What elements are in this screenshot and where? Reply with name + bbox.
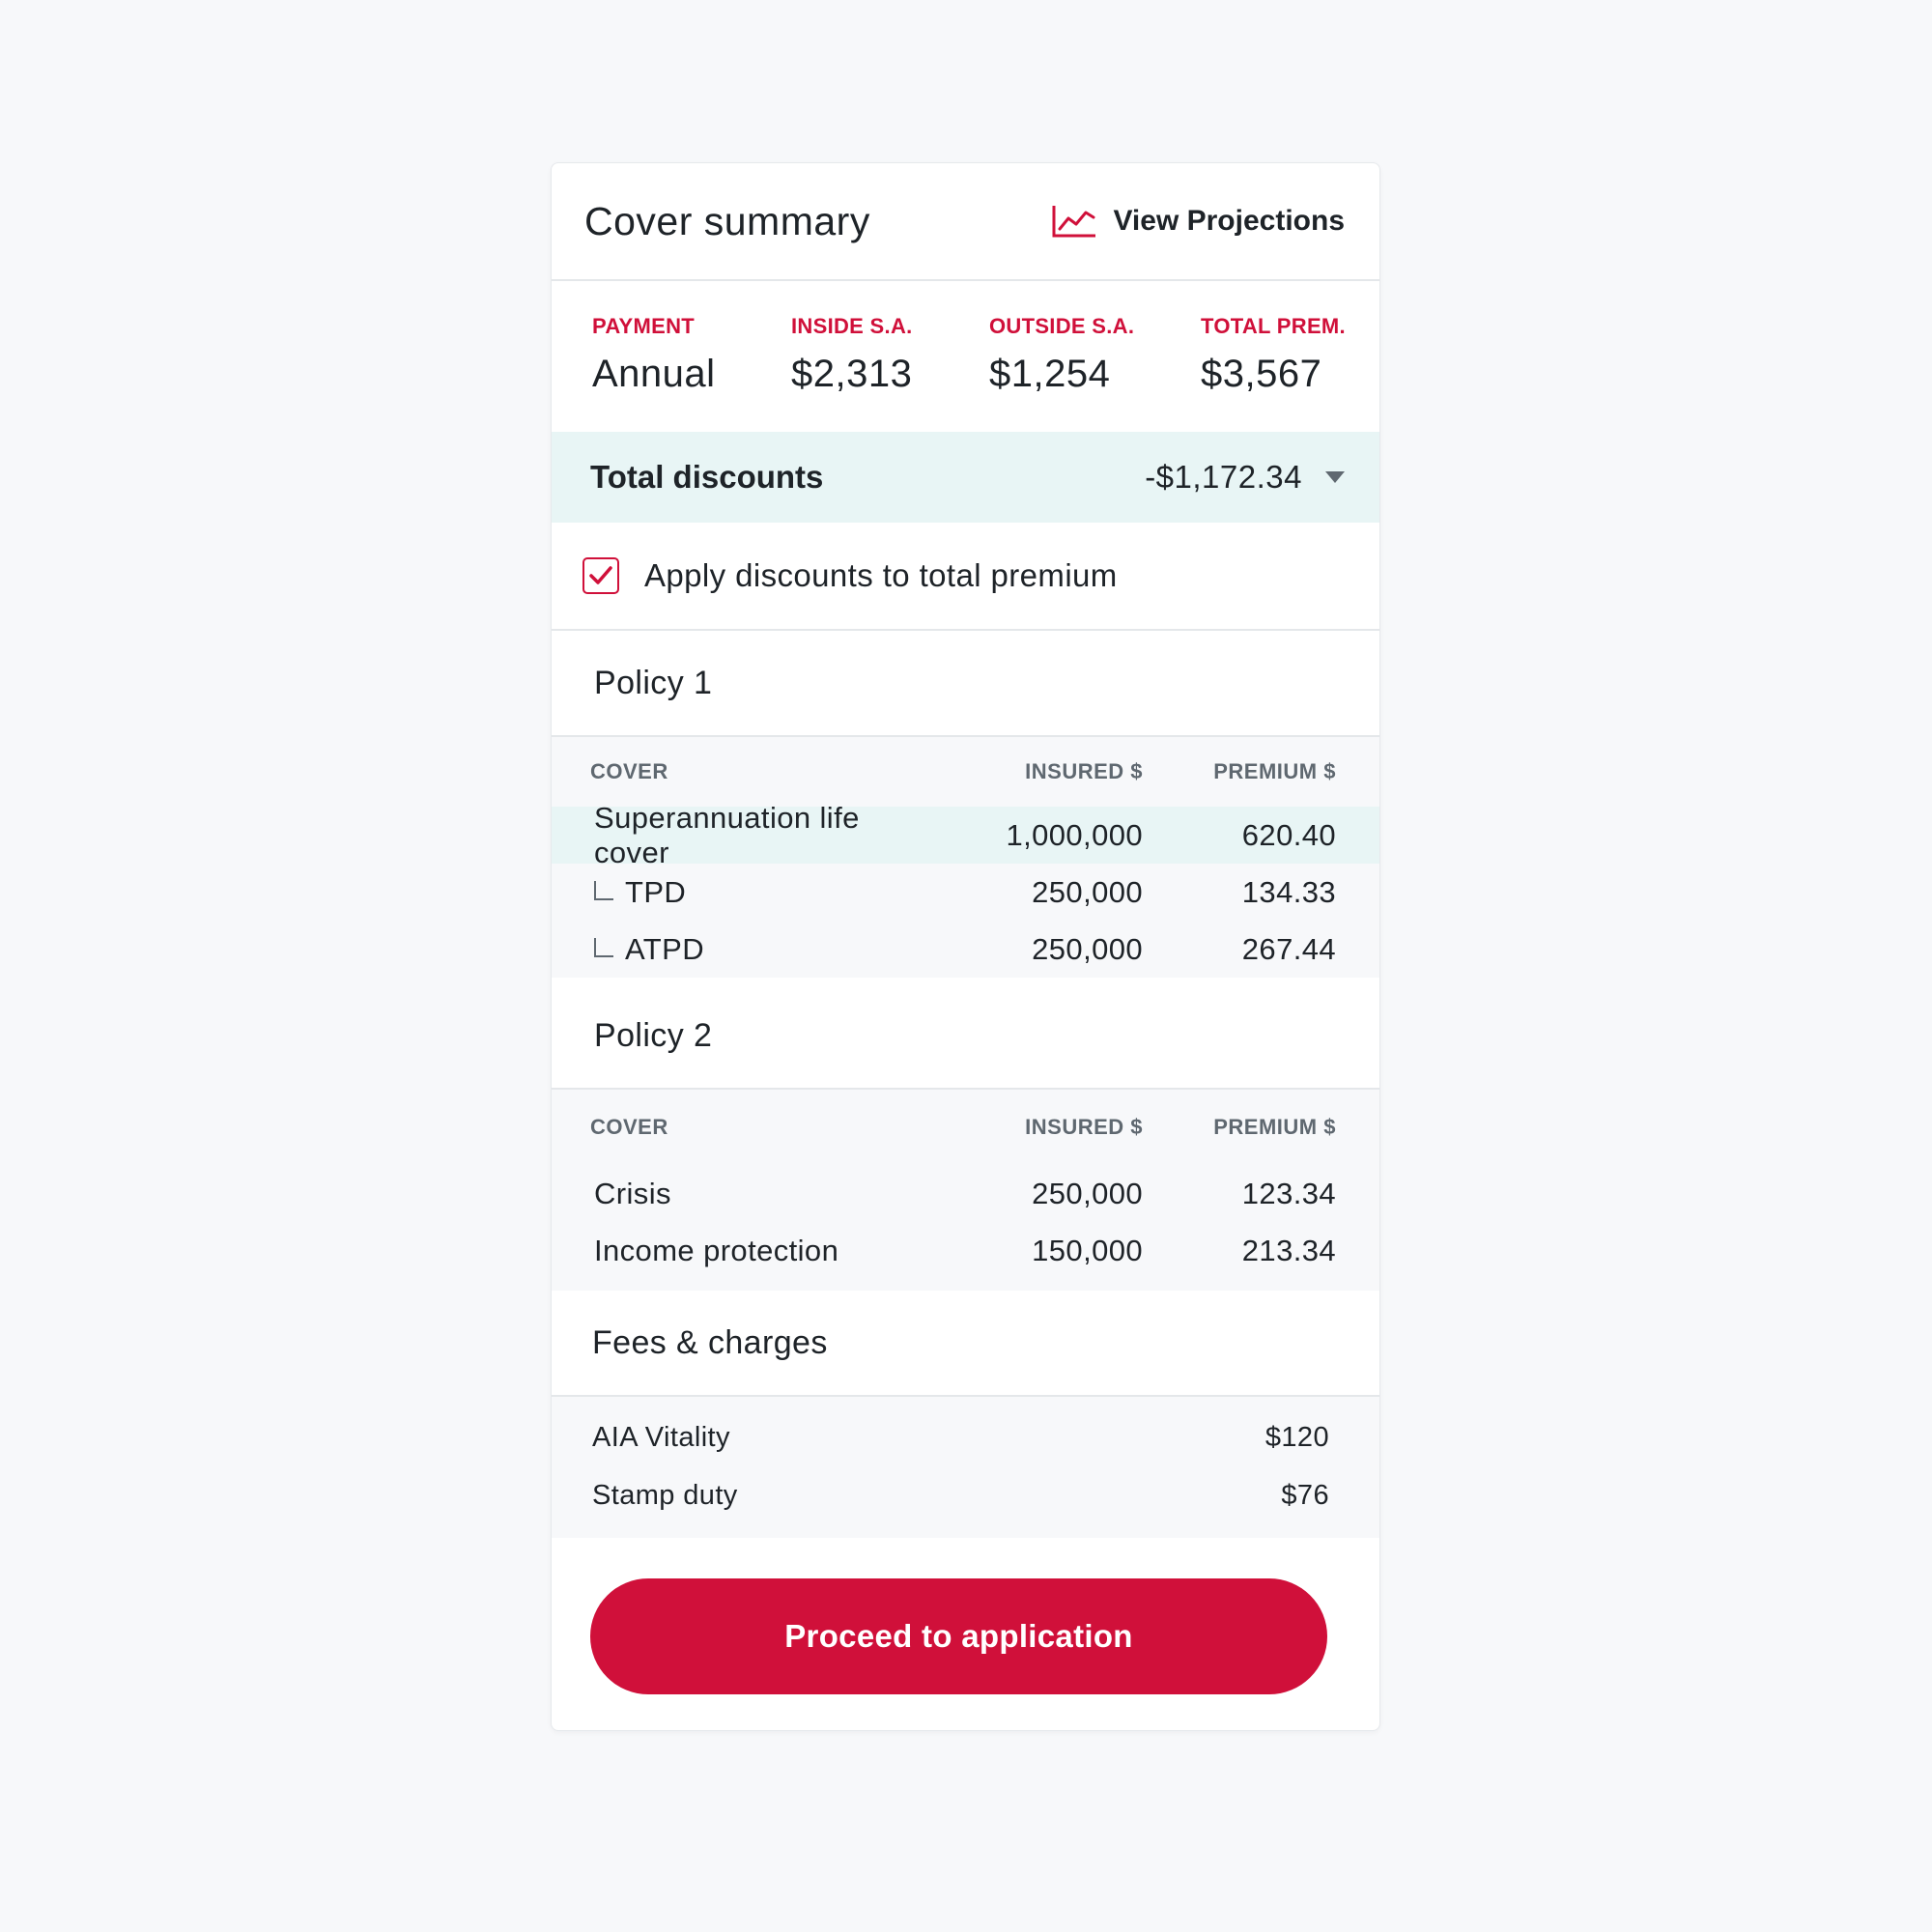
card-title: Cover summary — [584, 198, 870, 243]
apply-discounts-row: Apply discounts to total premium — [552, 523, 1379, 631]
fee-row: Stamp duty $76 — [552, 1466, 1379, 1524]
apply-discounts-label: Apply discounts to total premium — [644, 557, 1118, 593]
fees-list: AIA Vitality $120 Stamp duty $76 — [552, 1397, 1379, 1538]
cta-container: Proceed to application — [552, 1538, 1379, 1694]
stat-label: TOTAL PREM. — [1201, 314, 1346, 338]
column-header-insured: INSURED $ — [1025, 1115, 1143, 1139]
view-projections-link[interactable]: View Projections — [1051, 204, 1345, 239]
total-discounts-toggle[interactable]: Total discounts -$1,172.34 — [552, 432, 1379, 523]
table-row: Superannuation life cover 1,000,000 620.… — [552, 801, 1379, 869]
stat-value: Annual — [592, 353, 716, 395]
insured-amount: 1,000,000 — [1006, 817, 1143, 852]
fee-label: AIA Vitality — [592, 1421, 730, 1453]
stat-payment: PAYMENT Annual — [592, 314, 716, 396]
cover-summary-card: Cover summary View Projections PAYMENT A… — [551, 162, 1380, 1731]
fee-row: AIA Vitality $120 — [552, 1408, 1379, 1466]
policy-2-title: Policy 2 — [552, 983, 1379, 1090]
column-header-cover: COVER — [590, 1115, 668, 1139]
cover-cell: ATPD — [594, 932, 930, 967]
column-header-premium: PREMIUM $ — [1213, 759, 1336, 783]
sub-item-icon — [594, 881, 613, 901]
stat-label: PAYMENT — [592, 314, 696, 338]
table-row: Income protection 150,000 213.34 — [552, 1222, 1379, 1279]
insured-amount: 250,000 — [1032, 1176, 1143, 1210]
card-header: Cover summary View Projections — [552, 163, 1379, 281]
premium-amount: 134.33 — [1241, 874, 1336, 909]
total-discounts-value: -$1,172.34 — [1145, 459, 1302, 495]
cover-name: ATPD — [625, 931, 704, 966]
column-header-premium: PREMIUM $ — [1213, 1115, 1336, 1139]
cover-name: Crisis — [594, 1176, 671, 1210]
fee-value: $120 — [1264, 1421, 1329, 1453]
premium-amount: 267.44 — [1241, 931, 1336, 966]
cover-cell: TPD — [594, 875, 930, 910]
sub-item-icon — [594, 938, 613, 958]
proceed-to-application-button[interactable]: Proceed to application — [590, 1578, 1327, 1694]
stat-outside-sa: OUTSIDE S.A. $1,254 — [989, 314, 1134, 396]
line-chart-icon — [1051, 204, 1097, 239]
fees-title: Fees & charges — [552, 1291, 1379, 1397]
caret-down-icon[interactable] — [1325, 471, 1345, 483]
policy-1-title: Policy 1 — [552, 631, 1379, 737]
premium-amount: 213.34 — [1241, 1233, 1336, 1267]
view-projections-label: View Projections — [1113, 205, 1345, 237]
insured-amount: 250,000 — [1032, 931, 1143, 966]
policy-1-table: COVER INSURED $ PREMIUM $ Superannuation… — [552, 737, 1379, 978]
column-header-insured: INSURED $ — [1025, 759, 1143, 783]
checkmark-icon — [589, 566, 612, 584]
cover-name: Income protection — [594, 1233, 839, 1267]
stat-value: $1,254 — [989, 353, 1111, 395]
table-header: COVER INSURED $ PREMIUM $ — [552, 737, 1379, 807]
stat-inside-sa: INSIDE S.A. $2,313 — [791, 314, 913, 396]
stat-value: $2,313 — [791, 353, 913, 395]
stat-total-premium: TOTAL PREM. $3,567 — [1201, 314, 1346, 396]
total-discounts-label: Total discounts — [590, 459, 824, 495]
stat-label: INSIDE S.A. — [791, 314, 913, 338]
cover-name: TPD — [625, 874, 687, 909]
table-row: TPD 250,000 134.33 — [552, 864, 1379, 921]
apply-discounts-checkbox[interactable] — [582, 557, 619, 594]
fee-value: $76 — [1281, 1479, 1329, 1511]
table-row: Crisis 250,000 123.34 — [552, 1165, 1379, 1222]
cover-name: Superannuation life cover — [594, 800, 860, 869]
insured-amount: 150,000 — [1032, 1233, 1143, 1267]
fee-label: Stamp duty — [592, 1479, 738, 1511]
insured-amount: 250,000 — [1032, 874, 1143, 909]
policy-2-table: COVER INSURED $ PREMIUM $ Crisis 250,000… — [552, 1090, 1379, 1291]
column-header-cover: COVER — [590, 759, 668, 783]
stat-label: OUTSIDE S.A. — [989, 314, 1135, 338]
table-header: COVER INSURED $ PREMIUM $ — [552, 1090, 1379, 1165]
table-row: ATPD 250,000 267.44 — [552, 921, 1379, 978]
premium-amount: 620.40 — [1241, 817, 1336, 852]
stat-value: $3,567 — [1201, 353, 1322, 395]
premium-amount: 123.34 — [1241, 1176, 1336, 1210]
premium-summary: PAYMENT Annual INSIDE S.A. $2,313 OUTSID… — [552, 281, 1379, 432]
